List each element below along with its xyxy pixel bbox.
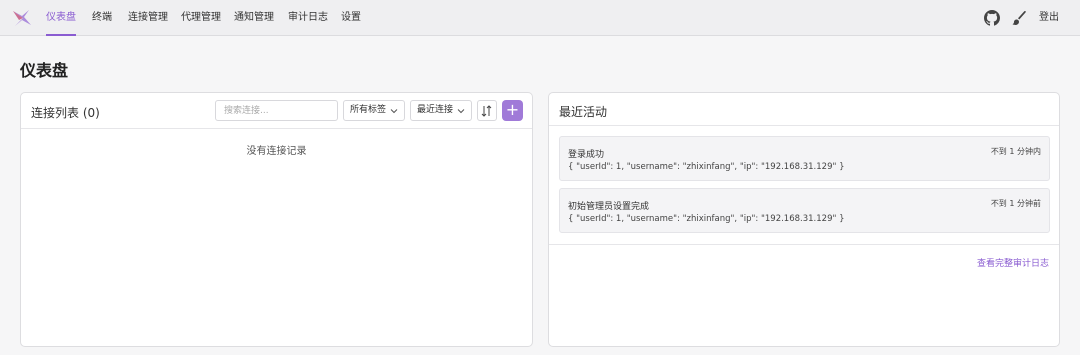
tag-filter-select[interactable]: 所有标签 — [343, 100, 405, 121]
activity-item: 登录成功 { "userId": 1, "username": "zhixinf… — [559, 136, 1050, 181]
nav-connections[interactable]: 连接管理 — [128, 0, 168, 36]
tag-filter-label: 所有标签 — [350, 105, 387, 115]
add-connection-button[interactable]: + — [502, 100, 523, 121]
connection-search-input[interactable] — [215, 100, 338, 121]
sort-order-button[interactable] — [477, 100, 497, 121]
view-full-audit-log-link[interactable]: 查看完整审计日志 — [977, 256, 1049, 269]
chevron-down-icon — [457, 109, 465, 114]
recent-activity-header: 最近活动 — [549, 93, 1059, 126]
nav-notifications[interactable]: 通知管理 — [234, 0, 274, 36]
connection-list-header: 连接列表 (0) 所有标签 最近连接 + — [21, 93, 532, 129]
connection-list-title: 连接列表 (0) — [31, 106, 100, 120]
app-logo-icon[interactable] — [11, 8, 33, 28]
page-title: 仪表盘 — [20, 61, 69, 80]
activity-title: 登录成功 — [568, 150, 605, 160]
empty-connections-message: 没有连接记录 — [246, 146, 307, 157]
connection-list-card: 连接列表 (0) 所有标签 最近连接 + 没有连接记录 — [20, 92, 533, 347]
activity-time: 不到 1 分钟前 — [990, 199, 1041, 208]
nav-settings[interactable]: 设置 — [341, 0, 361, 36]
nav-proxies[interactable]: 代理管理 — [181, 0, 221, 36]
activity-item: 初始管理员设置完成 { "userId": 1, "username": "zh… — [559, 188, 1050, 233]
activity-title: 初始管理员设置完成 — [568, 202, 650, 212]
activity-detail: { "userId": 1, "username": "zhixinfang",… — [568, 214, 845, 224]
nav-dashboard[interactable]: 仪表盘 — [46, 0, 76, 36]
divider — [549, 244, 1059, 245]
activity-detail: { "userId": 1, "username": "zhixinfang",… — [568, 162, 845, 172]
sort-select[interactable]: 最近连接 — [410, 100, 472, 121]
chevron-down-icon — [390, 109, 398, 114]
sort-select-label: 最近连接 — [417, 105, 454, 115]
nav-terminal[interactable]: 终端 — [92, 0, 112, 36]
top-navbar: 仪表盘 终端 连接管理 代理管理 通知管理 审计日志 设置 登出 — [0, 0, 1080, 36]
sort-icon — [481, 105, 492, 117]
recent-activity-title: 最近活动 — [559, 105, 608, 119]
logout-button[interactable]: 登出 — [1039, 0, 1059, 36]
github-icon[interactable] — [984, 10, 1000, 26]
activity-time: 不到 1 分钟内 — [990, 147, 1041, 156]
nav-audit-log[interactable]: 审计日志 — [288, 0, 328, 36]
brush-icon[interactable] — [1011, 10, 1027, 26]
recent-activity-card: 最近活动 登录成功 { "userId": 1, "username": "zh… — [548, 92, 1060, 347]
